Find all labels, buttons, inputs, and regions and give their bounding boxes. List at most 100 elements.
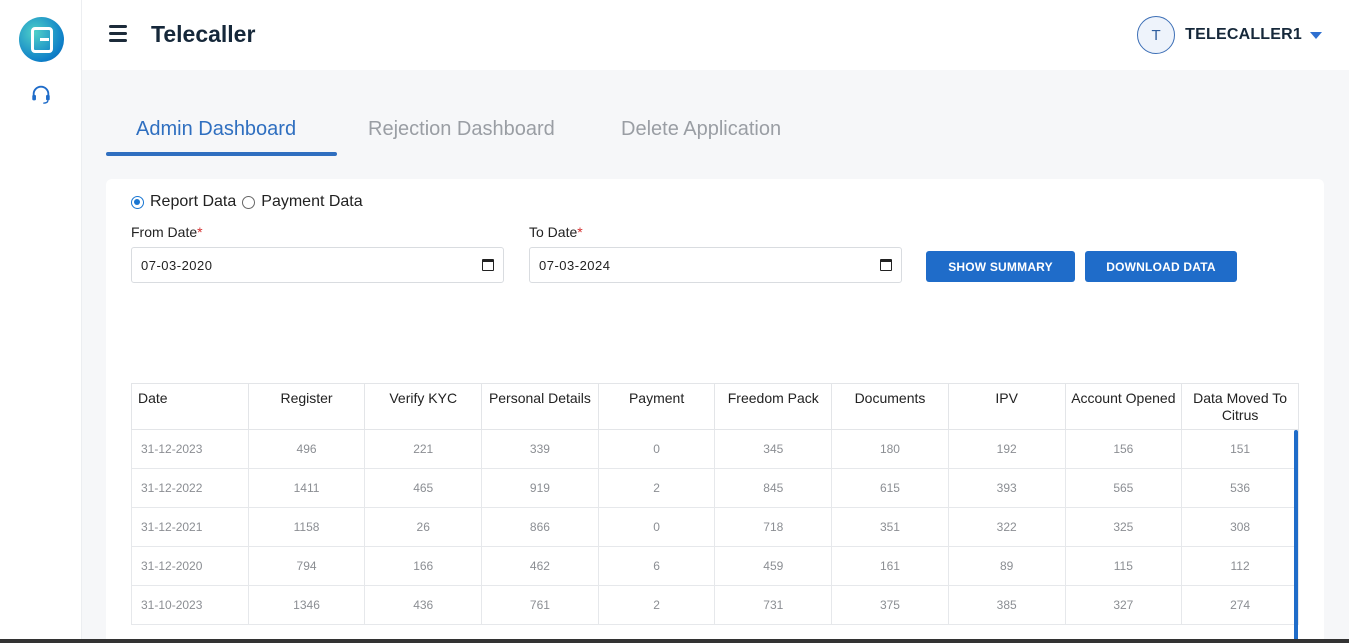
table-cell: 731 [714, 585, 833, 625]
tab-admin-dashboard[interactable]: Admin Dashboard [136, 118, 296, 141]
table-cell: 459 [714, 546, 833, 586]
required-mark: * [577, 224, 583, 240]
column-header: Verify KYC [364, 383, 483, 430]
table-cell: 351 [831, 507, 949, 547]
table-cell: 2 [597, 585, 716, 625]
table-row: 31-12-2022 1411 465 919 2 845 615 393 565 536 [131, 468, 1299, 508]
summary-table: Date Register Verify KYC Personal Details Pa… [131, 383, 1299, 625]
table-cell: 31-10-2023 [131, 585, 249, 625]
table-cell: 385 [947, 585, 1066, 625]
headset-icon[interactable] [29, 82, 53, 106]
top-header: Telecaller T TELECALLER1 [82, 0, 1349, 70]
table-cell: 156 [1064, 429, 1183, 469]
table-cell: 565 [1064, 468, 1183, 508]
table-header-row: Date Register Verify KYC Personal Details Pa… [131, 383, 1299, 430]
report-card: Report Data Payment Data From Date* 07-0… [106, 179, 1324, 643]
table-row: 31-10-2023 1346 436 761 2 731 375 385 327 274 [131, 585, 1299, 625]
column-header: IPV [947, 383, 1066, 430]
table-cell: 536 [1181, 468, 1299, 508]
table-cell: 308 [1181, 507, 1299, 547]
table-cell: 794 [247, 546, 366, 586]
column-header: Register [247, 383, 366, 430]
table-cell: 496 [247, 429, 366, 469]
table-scrollbar[interactable] [1294, 430, 1298, 643]
column-header: Account Opened [1064, 383, 1183, 430]
payment-data-radio[interactable] [242, 195, 256, 209]
table-cell: 192 [947, 429, 1066, 469]
to-date-input[interactable]: 07-03-2024 [529, 247, 902, 283]
table-cell: 274 [1181, 585, 1299, 625]
table-cell: 345 [714, 429, 833, 469]
calendar-icon[interactable] [482, 259, 494, 271]
table-cell: 462 [481, 546, 599, 586]
download-data-button[interactable]: DOWNLOAD DATA [1085, 251, 1237, 282]
hamburger-icon[interactable] [109, 25, 127, 42]
from-date-label: From Date* [131, 224, 203, 240]
active-tab-indicator [106, 152, 337, 156]
column-header: Payment [597, 383, 716, 430]
table-cell: 322 [947, 507, 1066, 547]
table-body: 31-12-2023 496 221 339 0 345 180 192 156 151 31-12… [131, 429, 1299, 625]
table-cell: 161 [831, 546, 949, 586]
table-row: 31-12-2023 496 221 339 0 345 180 192 156 151 [131, 429, 1299, 469]
caret-down-icon[interactable] [1310, 31, 1322, 39]
table-cell: 112 [1181, 546, 1299, 586]
from-date-input[interactable]: 07-03-2020 [131, 247, 504, 283]
table-cell: 615 [831, 468, 949, 508]
table-cell: 221 [364, 429, 483, 469]
user-name: TELECALLER1 [1185, 26, 1302, 43]
table-cell: 866 [481, 507, 599, 547]
table-cell: 6 [597, 546, 716, 586]
data-type-radio-group: Report Data Payment Data [131, 193, 369, 211]
table-cell: 0 [597, 507, 716, 547]
sidebar [0, 0, 82, 643]
table-cell: 166 [364, 546, 483, 586]
table-cell: 375 [831, 585, 949, 625]
table-cell: 325 [1064, 507, 1183, 547]
summary-table-container: Date Register Verify KYC Personal Details Pa… [131, 383, 1299, 643]
user-menu[interactable]: T TELECALLER1 [1137, 16, 1322, 54]
column-header: Documents [831, 383, 949, 430]
column-header: Data Moved To Citrus [1181, 383, 1299, 430]
calendar-icon[interactable] [880, 259, 892, 271]
required-mark: * [197, 224, 203, 240]
avatar: T [1137, 16, 1176, 54]
table-cell: 327 [1064, 585, 1183, 625]
table-cell: 31-12-2023 [131, 429, 249, 469]
table-cell: 180 [831, 429, 949, 469]
to-date-value: 07-03-2024 [539, 257, 611, 273]
column-header: Personal Details [481, 383, 599, 430]
from-date-label-text: From Date [131, 224, 198, 240]
to-date-label-text: To Date [529, 224, 578, 240]
table-row: 31-12-2021 1158 26 866 0 718 351 322 325 308 [131, 507, 1299, 547]
report-data-radio[interactable] [131, 195, 144, 209]
tab-delete-application[interactable]: Delete Application [621, 118, 781, 141]
table-cell: 31-12-2021 [131, 507, 249, 547]
table-cell: 151 [1181, 429, 1299, 469]
brand-logo-icon[interactable] [19, 17, 64, 62]
table-cell: 845 [714, 468, 833, 508]
table-cell: 115 [1064, 546, 1183, 586]
table-cell: 761 [481, 585, 599, 625]
table-cell: 1346 [247, 585, 366, 625]
table-cell: 436 [364, 585, 483, 625]
table-cell: 1411 [247, 468, 366, 508]
table-cell: 1158 [247, 507, 366, 547]
show-summary-button[interactable]: SHOW SUMMARY [926, 251, 1075, 282]
table-cell: 31-12-2022 [131, 468, 249, 508]
table-cell: 31-12-2020 [131, 546, 249, 586]
table-cell: 2 [597, 468, 716, 508]
from-date-value: 07-03-2020 [141, 257, 213, 273]
table-cell: 718 [714, 507, 833, 547]
column-header: Date [131, 383, 249, 430]
table-row: 31-12-2020 794 166 462 6 459 161 89 115 112 [131, 546, 1299, 586]
table-cell: 919 [481, 468, 599, 508]
payment-data-label[interactable]: Payment Data [261, 193, 362, 211]
tab-rejection-dashboard[interactable]: Rejection Dashboard [368, 118, 555, 141]
table-cell: 393 [947, 468, 1066, 508]
table-cell: 26 [364, 507, 483, 547]
column-header: Freedom Pack [714, 383, 833, 430]
table-cell: 0 [597, 429, 716, 469]
report-data-label[interactable]: Report Data [150, 193, 236, 211]
app-title: Telecaller [151, 21, 256, 47]
